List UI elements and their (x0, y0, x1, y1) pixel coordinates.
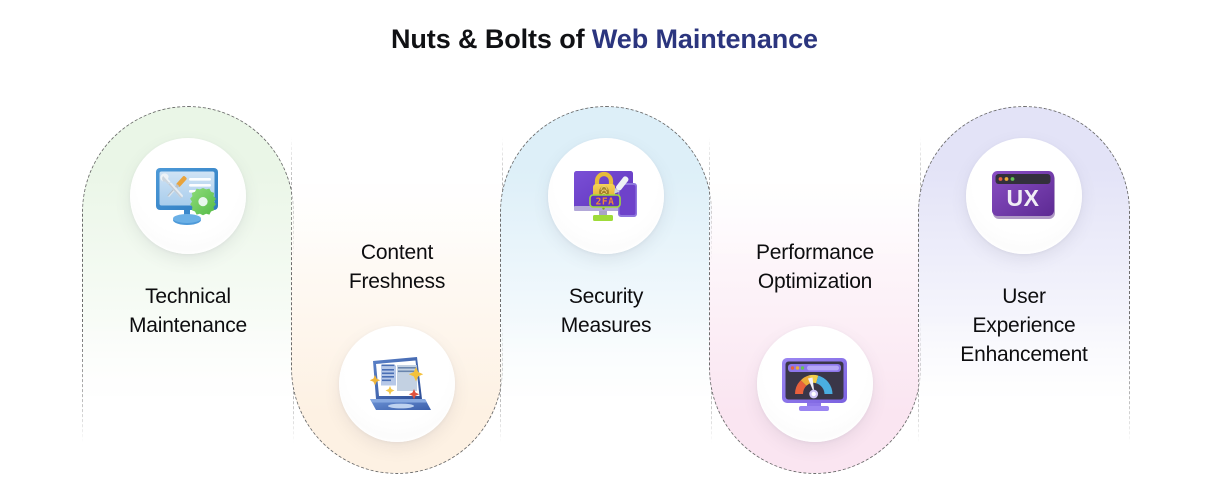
card-label-line: Measures (560, 314, 652, 337)
browser-ux-window-icon: UX (987, 166, 1061, 226)
laptop-sparkle-article-icon (359, 351, 435, 417)
monitor-tools-gear-icon (151, 163, 225, 229)
svg-text:2FA: 2FA (596, 196, 615, 207)
card-label-line: Security (568, 285, 644, 308)
card-performance-optimization[interactable]: Performance Optimization (709, 134, 921, 474)
browser-speed-gauge-icon (777, 353, 853, 415)
infographic-card-row: Technical Maintenance Content Freshness … (0, 0, 1209, 504)
card-label-line: Performance (755, 241, 875, 264)
icon-badge: UX (966, 138, 1082, 254)
monitor-padlock-2fa-icon: 2FA (568, 165, 644, 227)
card-technical-maintenance[interactable]: Technical Maintenance (82, 106, 294, 446)
card-label-line: Content (360, 241, 434, 264)
card-content-freshness[interactable]: Content Freshness (291, 134, 503, 474)
svg-text:UX: UX (1007, 185, 1040, 211)
card-user-experience-enhancement[interactable]: UX User Experience Enhancement (918, 106, 1130, 446)
card-label-line: Optimization (757, 270, 873, 293)
icon-badge (339, 326, 455, 442)
card-label: Performance Optimization (709, 238, 921, 296)
card-label: Technical Maintenance (82, 282, 294, 340)
card-label: User Experience Enhancement (918, 282, 1130, 369)
icon-badge (130, 138, 246, 254)
card-security-measures[interactable]: 2FA Security Measures (500, 106, 712, 446)
card-label-line: Enhancement (960, 343, 1088, 366)
card-label-line: Maintenance (128, 314, 248, 337)
card-label-line: Experience (972, 314, 1076, 337)
card-label-line: User (1002, 285, 1046, 308)
card-label-line: Technical (145, 285, 231, 308)
card-label: Content Freshness (291, 238, 503, 296)
card-label-line: Freshness (348, 270, 446, 293)
icon-badge (757, 326, 873, 442)
icon-badge: 2FA (548, 138, 664, 254)
card-label: Security Measures (500, 282, 712, 340)
